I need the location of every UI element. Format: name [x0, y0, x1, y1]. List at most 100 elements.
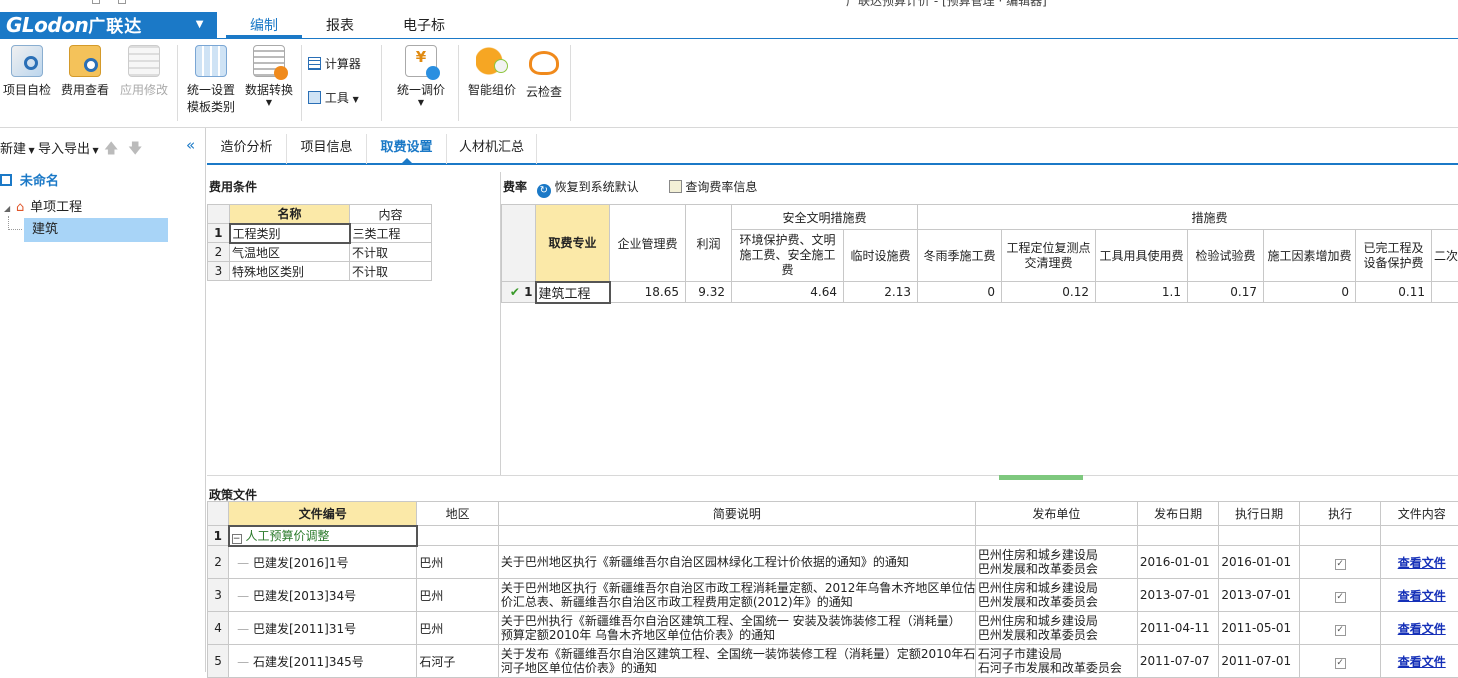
publish-date-cell: 2011-04-11 [1137, 612, 1219, 645]
new-button[interactable]: 新建 ▼ [0, 138, 35, 157]
tab-labor-material-summary[interactable]: 人材机汇总 [447, 134, 537, 164]
apply-modify-button[interactable]: 应用修改 [116, 39, 172, 127]
description-line-1: 关于巴州执行《新疆维吾尔自治区建筑工程、全国统一 安装及装饰装修工程（消耗量） [501, 614, 973, 628]
project-self-check-button[interactable]: 项目自检 [0, 39, 54, 127]
ribbon-separator [458, 45, 459, 121]
publisher-cell: 巴州住房和城乡建设局巴州发展和改革委员会 [975, 612, 1137, 645]
view-file-link[interactable]: 查看文件 [1381, 579, 1458, 612]
condition-name-cell[interactable]: 工程类别 [230, 224, 350, 243]
row-number: 3 [208, 262, 230, 281]
execute-date-cell: 2011-05-01 [1219, 612, 1300, 645]
view-file-link[interactable]: 查看文件 [1381, 645, 1458, 678]
table-row[interactable]: 5 — 石建发[2011]345号 石河子 关于发布《新疆维吾尔自治区建筑工程、… [208, 645, 1458, 678]
unify-settings-icon [195, 45, 227, 77]
self-check-icon [11, 45, 43, 77]
execute-checkbox[interactable]: ✓ [1335, 658, 1346, 669]
description-line-2: 河子地区单位估价表》的通知 [501, 661, 973, 675]
second-move-cell[interactable] [1432, 282, 1458, 303]
condition-value-cell[interactable]: 不计取 [350, 243, 432, 262]
view-file-link[interactable]: 查看文件 [1381, 612, 1458, 645]
table-row[interactable]: 1 工程类别 三类工程 [208, 224, 432, 243]
table-row[interactable]: 4 — 巴建发[2011]31号 巴州 关于巴州执行《新疆维吾尔自治区建筑工程、… [208, 612, 1458, 645]
smart-pricing-button[interactable]: 智能组价 [464, 39, 520, 127]
menu-tab-electronic-bid[interactable]: 电子标 [384, 16, 464, 38]
factor-fee-cell[interactable]: 0 [1264, 282, 1356, 303]
data-convert-button[interactable]: 数据转换 ▼ [242, 39, 296, 127]
expand-triangle-icon[interactable]: ◢ [4, 204, 10, 213]
locate-fee-cell[interactable]: 0.12 [1002, 282, 1096, 303]
table-row[interactable]: 3 特殊地区类别 不计取 [208, 262, 432, 281]
tools-fee-cell[interactable]: 1.1 [1096, 282, 1188, 303]
row-number-header [208, 502, 229, 526]
publish-date-cell: 2013-07-01 [1137, 579, 1219, 612]
execute-checkbox[interactable]: ✓ [1335, 592, 1346, 603]
tree-unit-node[interactable]: 建筑 [24, 218, 168, 242]
move-up-icon[interactable]: 🡅 [104, 138, 118, 162]
calculator-button[interactable]: 计算器 [308, 55, 372, 75]
protection-fee-cell[interactable]: 0.11 [1356, 282, 1432, 303]
publisher-line-1: 巴州住房和城乡建设局 [978, 548, 1135, 562]
condition-value-cell[interactable]: 不计取 [350, 262, 432, 281]
import-export-button[interactable]: 导入导出 ▼ [38, 138, 99, 157]
cloud-check-button[interactable]: 云检查 [522, 39, 566, 127]
unify-price-adjust-button[interactable]: ¥ 统一调价 ▼ [392, 39, 450, 127]
table-group-row[interactable]: 1 − 人工预算价调整 [208, 526, 1458, 546]
tree-root-node[interactable]: 未命名 [0, 170, 200, 190]
doc-number-text: 石建发[2011]345号 [253, 655, 364, 669]
panel-splitter-line [207, 475, 1458, 476]
view-file-link[interactable]: 查看文件 [1381, 546, 1458, 579]
mgmt-fee-column-header: 企业管理费 [610, 205, 686, 282]
tree-root-label: 未命名 [20, 174, 59, 189]
fee-view-button[interactable]: 费用查看 [58, 39, 112, 127]
tab-cost-analysis[interactable]: 造价分析 [207, 134, 287, 164]
chevron-down-icon: ▼ [353, 95, 359, 104]
fee-conditions-header-row: 名称 内容 [208, 205, 432, 224]
test-fee-cell[interactable]: 0.17 [1188, 282, 1264, 303]
condition-value-cell[interactable]: 三类工程 [350, 224, 432, 243]
tab-project-info[interactable]: 项目信息 [287, 134, 367, 164]
rates-table: 取费专业 企业管理费 利润 安全文明措施费 措施费 环境保护费、文明施工费、安全… [501, 204, 1458, 304]
checkmark-icon: ✔ [510, 285, 520, 299]
query-rate-button[interactable]: 查询费率信息 [669, 180, 758, 194]
restore-default-button[interactable]: ↻ 恢复到系统默认 [537, 180, 643, 194]
env-fee-cell[interactable]: 4.64 [732, 282, 844, 303]
project-self-check-label: 项目自检 [0, 81, 54, 98]
menu-tab-compile[interactable]: 编制 [226, 16, 302, 38]
tree-connector-line [8, 216, 22, 230]
tools-button[interactable]: 工具 ▼ [308, 89, 372, 109]
execute-checkbox[interactable]: ✓ [1335, 625, 1346, 636]
restore-default-label: 恢复到系统默认 [555, 180, 639, 194]
collapse-box-icon[interactable]: − [232, 534, 242, 544]
unify-settings-button[interactable]: 统一设置 模板类别 [182, 39, 240, 127]
factor-fee-column-header: 施工因素增加费 [1264, 230, 1356, 282]
execute-column-header: 执行 [1299, 502, 1381, 526]
env-fee-column-header: 环境保护费、文明施工费、安全施工费 [732, 230, 844, 282]
description-column-header: 简要说明 [498, 502, 975, 526]
specialty-column-header: 取费专业 [536, 205, 610, 282]
tree-project-node[interactable]: ◢ ⌂ 单项工程 [4, 196, 204, 216]
execute-checkbox[interactable]: ✓ [1335, 559, 1346, 570]
condition-name-cell[interactable]: 气温地区 [230, 243, 350, 262]
empty-cell [1137, 526, 1219, 546]
brand-menu-button[interactable]: GLodon广联达 ▼ [0, 12, 217, 38]
row-number: 3 [208, 579, 229, 612]
tree-branch-line: — [237, 655, 249, 669]
tree-branch-line: — [237, 556, 249, 570]
empty-cell [1219, 526, 1300, 546]
splitter-handle[interactable] [999, 475, 1083, 480]
table-row[interactable]: 2 — 巴建发[2016]1号 巴州 关于巴州地区执行《新疆维吾尔自治区园林绿化… [208, 546, 1458, 579]
temp-facility-cell[interactable]: 2.13 [844, 282, 918, 303]
table-row[interactable]: ✔ 1 建筑工程 18.65 9.32 4.64 2.13 0 0.12 1.1… [502, 282, 1458, 303]
table-row[interactable]: 2 气温地区 不计取 [208, 243, 432, 262]
menu-tab-report[interactable]: 报表 [302, 16, 378, 38]
move-down-icon[interactable]: 🡇 [128, 138, 142, 162]
specialty-cell[interactable]: 建筑工程 [536, 282, 610, 303]
condition-name-cell[interactable]: 特殊地区类别 [230, 262, 350, 281]
mgmt-fee-cell[interactable]: 18.65 [610, 282, 686, 303]
winter-fee-cell[interactable]: 0 [918, 282, 1002, 303]
group-label-cell[interactable]: − 人工预算价调整 [229, 526, 417, 546]
profit-cell[interactable]: 9.32 [686, 282, 732, 303]
description-cell: 关于巴州地区执行《新疆维吾尔自治区市政工程消耗量定额、2012年乌鲁木齐地区单位… [498, 579, 975, 612]
table-row[interactable]: 3 — 巴建发[2013]34号 巴州 关于巴州地区执行《新疆维吾尔自治区市政工… [208, 579, 1458, 612]
collapse-panel-icon[interactable]: « [186, 136, 195, 154]
